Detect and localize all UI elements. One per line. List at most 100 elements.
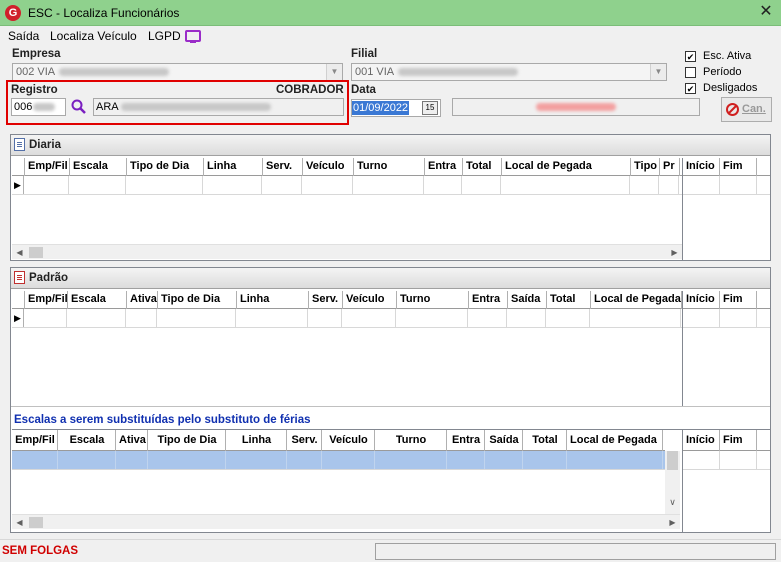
col-header[interactable]: Local de Pegada	[502, 158, 631, 176]
row-indicator-icon: ▶	[12, 309, 24, 327]
empresa-select[interactable]: 002 VIA ▼	[12, 63, 343, 81]
col-header[interactable]: Ativa	[127, 291, 158, 309]
diaria-grid[interactable]: Emp/Fil Escala Tipo de Dia Linha Serv. V…	[12, 158, 682, 246]
col-header[interactable]: Emp/Fil	[25, 158, 70, 176]
col-header[interactable]: Serv.	[287, 430, 322, 451]
col-header[interactable]: Veículo	[303, 158, 354, 176]
col-header[interactable]: Turno	[354, 158, 425, 176]
vertical-scrollbar[interactable]: ∨	[665, 451, 680, 515]
diaria-panel: Diaria Emp/Fil Escala Tipo de Dia Linha …	[10, 134, 771, 261]
horizontal-scrollbar[interactable]: ◀ ▶	[12, 514, 680, 529]
status-bar: SEM FOLGAS	[0, 539, 781, 562]
close-icon[interactable]: ✕	[757, 3, 775, 21]
col-header[interactable]: Início	[683, 430, 720, 451]
col-header[interactable]: Início	[683, 291, 720, 309]
col-header[interactable]: Tipo de Dia	[127, 158, 204, 176]
scroll-left-icon[interactable]: ◀	[12, 515, 27, 530]
document-icon	[14, 271, 25, 284]
col-header[interactable]: Local de Pegada	[591, 291, 682, 309]
col-header[interactable]: Tipo	[631, 158, 660, 176]
esc-ativa-checkbox[interactable]: ✔	[685, 51, 696, 62]
col-header[interactable]: Saída	[508, 291, 547, 309]
data-input[interactable]: 01/09/2022 15	[351, 99, 441, 117]
col-header[interactable]: Escala	[58, 430, 116, 451]
registro-input[interactable]: 006	[11, 98, 66, 116]
filial-select[interactable]: 001 VIA ▼	[351, 63, 667, 81]
table-row[interactable]: ▶	[12, 176, 682, 195]
scroll-down-icon[interactable]: ∨	[665, 497, 680, 508]
table-row-selected[interactable]	[12, 451, 665, 470]
col-header[interactable]: Ativa	[116, 430, 148, 451]
monitor-icon[interactable]	[185, 30, 201, 43]
padrao-grid[interactable]: Emp/Fil Escala Ativa Tipo de Dia Linha S…	[12, 291, 682, 386]
cancel-label: Can.	[742, 103, 766, 115]
padrao-panel: Padrão Emp/Fil Escala Ativa Tipo de Dia …	[10, 267, 771, 533]
data-value: 01/09/2022	[352, 101, 410, 115]
periodo-label: Período	[703, 66, 742, 78]
col-header[interactable]: Linha	[226, 430, 287, 451]
registro-value: 006	[14, 101, 33, 113]
scroll-right-icon[interactable]: ▶	[667, 245, 682, 260]
padrao-header: Padrão	[11, 268, 770, 289]
col-header[interactable]: Linha	[204, 158, 263, 176]
horizontal-scrollbar[interactable]: ◀ ▶	[12, 244, 682, 259]
menu-localiza-veiculo[interactable]: Localiza Veículo	[50, 29, 137, 43]
col-header[interactable]: Emp/Fil	[25, 291, 68, 309]
col-header[interactable]: Veículo	[322, 430, 375, 451]
col-header[interactable]: Serv.	[263, 158, 303, 176]
row-indicator-icon: ▶	[12, 176, 24, 194]
col-header[interactable]: Pr	[660, 158, 680, 176]
periodo-checkbox[interactable]	[685, 67, 696, 78]
col-header[interactable]: Escala	[68, 291, 127, 309]
col-header[interactable]: Linha	[237, 291, 309, 309]
col-header[interactable]: Total	[547, 291, 591, 309]
scroll-right-icon[interactable]: ▶	[665, 515, 680, 530]
escalas-title: Escalas a serem substituídas pelo substi…	[14, 414, 311, 426]
col-header[interactable]: Serv.	[309, 291, 343, 309]
col-header[interactable]: Emp/Fil	[12, 430, 58, 451]
col-header[interactable]: Total	[523, 430, 567, 451]
col-header[interactable]: Início	[683, 158, 720, 176]
app-logo-icon: G	[5, 5, 21, 21]
status-pane	[375, 543, 776, 560]
diaria-side-grid[interactable]: Início Fim	[683, 158, 770, 260]
desligados-checkbox[interactable]: ✔	[685, 83, 696, 94]
search-icon[interactable]	[70, 98, 88, 116]
col-header[interactable]: Escala	[70, 158, 127, 176]
nome-field: ARA	[93, 98, 344, 116]
cancel-icon	[726, 103, 739, 116]
menu-lgpd[interactable]: LGPD	[148, 29, 181, 43]
scroll-left-icon[interactable]: ◀	[12, 245, 27, 260]
data-label: Data	[351, 84, 376, 96]
calendar-icon[interactable]: 15	[422, 101, 438, 115]
menu-saida[interactable]: Saída	[8, 29, 39, 43]
diaria-header: Diaria	[11, 135, 770, 156]
esc-ativa-label: Esc. Ativa	[703, 50, 752, 62]
col-header[interactable]: Saída	[485, 430, 523, 451]
status-text: SEM FOLGAS	[2, 545, 79, 557]
filial-value: 001 VIA	[355, 66, 395, 78]
escalas-side-grid[interactable]: Início Fim	[683, 430, 770, 532]
col-header[interactable]: Tipo de Dia	[148, 430, 226, 451]
padrao-title: Padrão	[29, 272, 68, 284]
col-header[interactable]: Entra	[425, 158, 463, 176]
escalas-grid[interactable]: Emp/Fil Escala Ativa Tipo de Dia Linha S…	[12, 430, 665, 516]
table-row[interactable]: ▶	[12, 309, 682, 328]
col-header[interactable]: Fim	[720, 291, 757, 309]
col-header[interactable]: Entra	[447, 430, 485, 451]
title-bar: G ESC - Localiza Funcionários ✕	[0, 0, 781, 26]
desligados-label: Desligados	[703, 82, 758, 94]
col-header[interactable]: Veículo	[343, 291, 397, 309]
padrao-side-grid[interactable]: Início Fim	[683, 291, 770, 406]
col-header[interactable]: Tipo de Dia	[158, 291, 237, 309]
col-header[interactable]: Fim	[720, 158, 757, 176]
col-header[interactable]: Entra	[469, 291, 508, 309]
col-header[interactable]: Local de Pegada	[567, 430, 663, 451]
menu-bar: Saída Localiza Veículo LGPD	[0, 26, 781, 46]
col-header[interactable]: Total	[463, 158, 502, 176]
col-header[interactable]: Turno	[397, 291, 469, 309]
col-header[interactable]: Fim	[720, 430, 757, 451]
document-icon	[14, 138, 25, 151]
col-header[interactable]: Turno	[375, 430, 447, 451]
cancel-button[interactable]: Can.	[721, 97, 772, 122]
